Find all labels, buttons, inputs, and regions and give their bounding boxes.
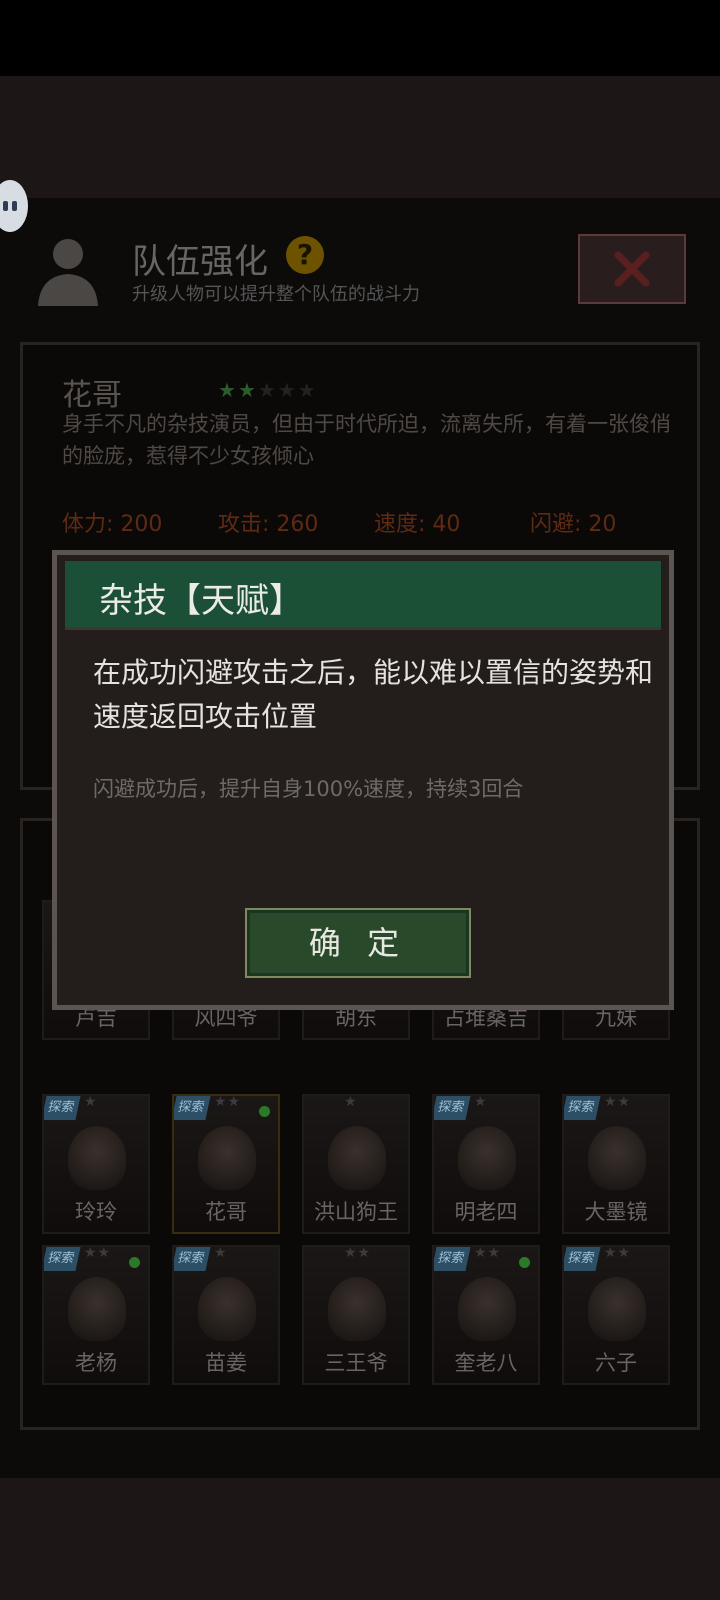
card-stars: ★ xyxy=(344,1094,358,1110)
status-dot xyxy=(129,1257,140,1268)
character-name: 玲玲 xyxy=(75,1200,117,1224)
hero-description: 身手不凡的杂技演员，但由于时代所迫，流离失所，有着一张俊俏的脸庞，惹得不少女孩倾… xyxy=(62,412,671,468)
hero-stars: ★★★★★ xyxy=(218,378,318,402)
star-icon: ★ xyxy=(237,378,258,402)
help-icon[interactable]: ? xyxy=(286,236,324,274)
eye-icon xyxy=(12,201,17,211)
portrait xyxy=(588,1277,646,1341)
character-name: 苗姜 xyxy=(205,1351,247,1375)
card-stars: ★★ xyxy=(474,1245,502,1261)
dialog-title: 杂技【天赋】 xyxy=(99,581,303,621)
roster-card[interactable]: 探索 ★ 明老四 xyxy=(432,1094,540,1234)
close-icon xyxy=(614,251,650,287)
roster-card[interactable]: 探索 ★★ 奎老八 xyxy=(432,1245,540,1385)
stat-attack: 攻击: 260 xyxy=(218,512,319,537)
roster-card[interactable]: 探索 ★★ 花哥 xyxy=(172,1094,280,1234)
card-stars: ★★ xyxy=(604,1245,632,1261)
dialog-text: 在成功闪避攻击之后，能以难以置信的姿势和速度返回攻击位置 xyxy=(93,656,654,733)
roster-card[interactable]: ★★ 三王爷 xyxy=(302,1245,410,1385)
stat-dodge: 闪避: 20 xyxy=(530,512,617,537)
portrait xyxy=(68,1277,126,1341)
team-avatar-icon xyxy=(38,239,98,306)
star-icon: ★ xyxy=(218,378,238,402)
portrait xyxy=(588,1126,646,1190)
card-stars: ★★ xyxy=(604,1094,632,1110)
explore-badge: 探索 xyxy=(564,1096,601,1120)
roster-card[interactable]: 探索 ★★ 老杨 xyxy=(42,1245,150,1385)
card-stars: ★ xyxy=(84,1094,98,1110)
dialog-header: 杂技【天赋】 xyxy=(65,561,661,630)
portrait xyxy=(198,1277,256,1341)
card-stars: ★★ xyxy=(84,1245,112,1261)
character-name: 老杨 xyxy=(75,1351,117,1375)
top-band xyxy=(0,76,720,198)
bottom-band xyxy=(0,1478,720,1600)
talent-dialog: 杂技【天赋】 在成功闪避攻击之后，能以难以置信的姿势和速度返回攻击位置 闪避成功… xyxy=(52,550,674,1010)
character-name: 花哥 xyxy=(205,1200,247,1224)
page-subtitle: 升级人物可以提升整个队伍的战斗力 xyxy=(132,284,420,305)
explore-badge: 探索 xyxy=(564,1247,601,1271)
portrait xyxy=(68,1126,126,1190)
star-icon: ★ xyxy=(277,378,298,402)
explore-badge: 探索 xyxy=(44,1247,81,1271)
roster-card[interactable]: 探索 ★ 苗姜 xyxy=(172,1245,280,1385)
explore-badge: 探索 xyxy=(434,1247,471,1271)
roster-card[interactable]: 探索 ★★ 大墨镜 xyxy=(562,1094,670,1234)
character-name: 六子 xyxy=(595,1351,637,1375)
dialog-effect: 闪避成功后，提升自身100%速度，持续3回合 xyxy=(93,777,524,801)
card-stars: ★ xyxy=(214,1245,228,1261)
stat-speed: 速度: 40 xyxy=(374,512,461,537)
portrait xyxy=(458,1277,516,1341)
explore-badge: 探索 xyxy=(174,1247,211,1271)
character-name: 明老四 xyxy=(454,1200,518,1224)
explore-badge: 探索 xyxy=(44,1096,81,1120)
character-name: 奎老八 xyxy=(454,1351,518,1375)
card-stars: ★★ xyxy=(214,1094,242,1110)
character-name: 大墨镜 xyxy=(584,1200,648,1224)
close-button[interactable] xyxy=(578,234,686,304)
status-bar xyxy=(0,0,720,76)
character-name: 洪山狗王 xyxy=(314,1200,398,1224)
portrait xyxy=(328,1277,386,1341)
status-dot xyxy=(259,1106,270,1117)
explore-badge: 探索 xyxy=(174,1096,211,1120)
star-icon: ★ xyxy=(257,378,278,402)
roster-card[interactable]: ★ 洪山狗王 xyxy=(302,1094,410,1234)
portrait xyxy=(198,1126,256,1190)
roster-card[interactable]: 探索 ★ 玲玲 xyxy=(42,1094,150,1234)
portrait xyxy=(458,1126,516,1190)
status-dot xyxy=(519,1257,530,1268)
portrait xyxy=(328,1126,386,1190)
page-title: 队伍强化 xyxy=(132,242,268,282)
confirm-button[interactable]: 确 定 xyxy=(245,908,471,978)
star-icon: ★ xyxy=(297,378,318,402)
card-stars: ★★ xyxy=(344,1245,372,1261)
character-name: 三王爷 xyxy=(324,1351,388,1375)
explore-badge: 探索 xyxy=(434,1096,471,1120)
stat-stamina: 体力: 200 xyxy=(62,512,163,537)
roster-card[interactable]: 探索 ★★ 六子 xyxy=(562,1245,670,1385)
eye-icon xyxy=(3,201,8,211)
card-stars: ★ xyxy=(474,1094,488,1110)
